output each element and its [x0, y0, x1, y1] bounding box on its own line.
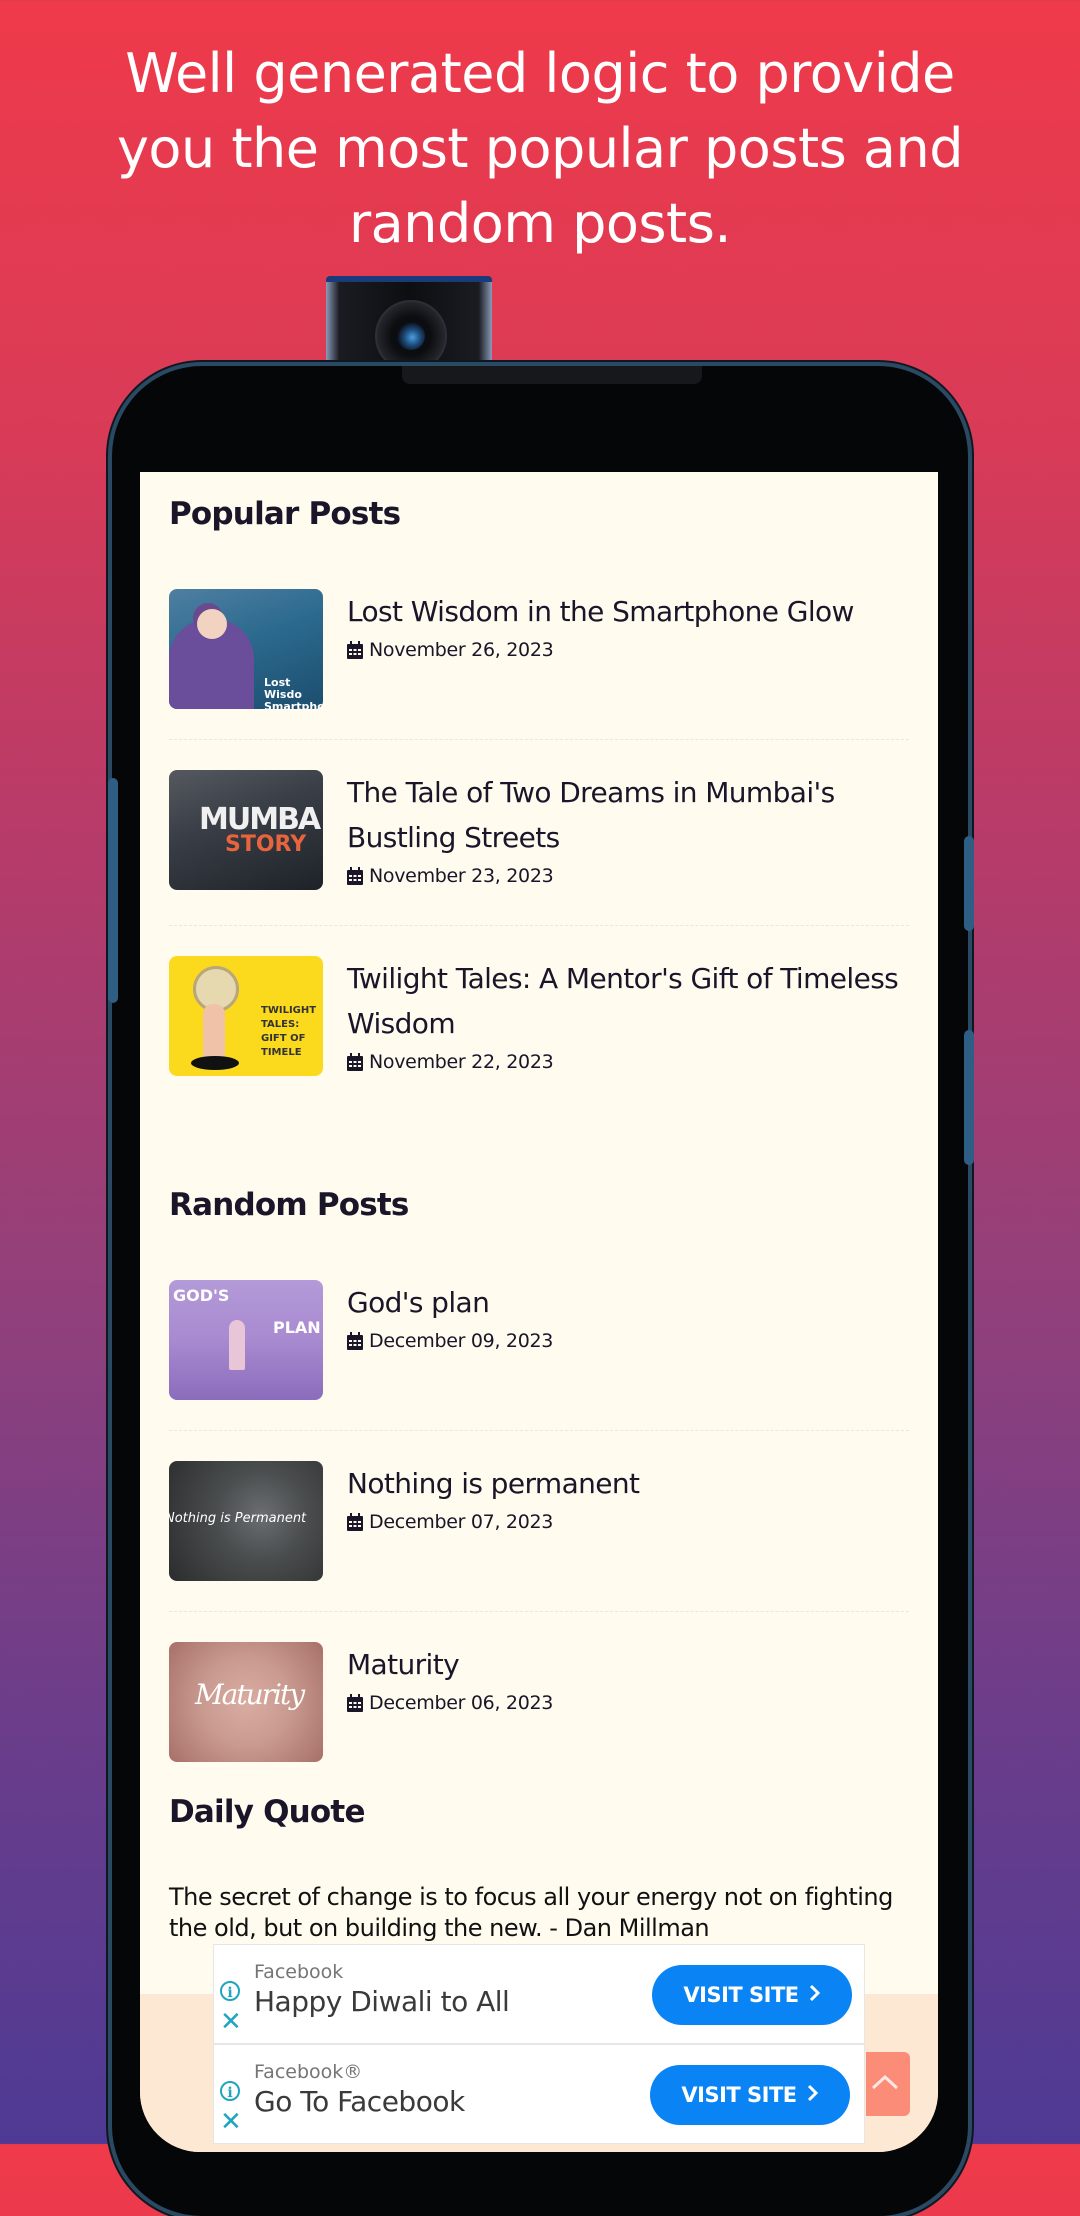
phone-earpiece [402, 366, 702, 384]
headline: Well generated logic to provide you the … [0, 36, 1080, 261]
divider [169, 739, 909, 740]
divider [169, 1611, 909, 1612]
post-date: November 23, 2023 [347, 865, 554, 887]
ad-banner[interactable]: i ✕ Facebook Happy Diwali to All VISIT S… [213, 1944, 865, 2044]
post-date: December 07, 2023 [347, 1511, 553, 1533]
post-thumbnail[interactable]: Lost Wisdo Smartpho [169, 589, 323, 709]
post-date: November 22, 2023 [347, 1051, 554, 1073]
ad-title[interactable]: Happy Diwali to All [254, 1985, 510, 2018]
headline-line: random posts. [348, 192, 732, 255]
ad-source: Facebook [254, 1961, 344, 1983]
chevron-up-icon [870, 2072, 900, 2096]
ad-banner[interactable]: i ✕ Facebook® Go To Facebook VISIT SITE [213, 2044, 865, 2144]
calendar-icon [347, 1053, 363, 1071]
daily-quote-text: The secret of change is to focus all you… [169, 1883, 893, 1942]
post-title[interactable]: God's plan [347, 1280, 907, 1325]
calendar-icon [347, 867, 363, 885]
divider [169, 1430, 909, 1431]
post-title[interactable]: The Tale of Two Dreams in Mumbai's Bustl… [347, 770, 907, 860]
ad-title[interactable]: Go To Facebook [254, 2085, 465, 2118]
visit-site-label: VISIT SITE [683, 1983, 799, 2007]
headline-line: Well generated logic to provide [125, 42, 955, 105]
info-icon[interactable]: i [220, 1981, 240, 2001]
close-icon[interactable]: ✕ [220, 2109, 242, 2135]
post-date-text: November 23, 2023 [369, 865, 554, 887]
calendar-icon [347, 641, 363, 659]
scroll-to-top-button[interactable] [866, 2052, 910, 2116]
post-date-text: November 22, 2023 [369, 1051, 554, 1073]
post-thumbnail[interactable]: Maturity [169, 1642, 323, 1762]
post-title[interactable]: Twilight Tales: A Mentor's Gift of Timel… [347, 956, 907, 1046]
post-thumbnail[interactable]: TWILIGHT TALES: GIFT OF TIMELE [169, 956, 323, 1076]
phone-screen: Popular Posts Lost Wisdo Smartpho Lost W… [140, 472, 938, 2152]
post-title[interactable]: Maturity [347, 1642, 907, 1687]
post-date: December 09, 2023 [347, 1330, 553, 1352]
phone-volume-up [964, 836, 974, 931]
post-thumbnail[interactable]: Nothing is Permanent [169, 1461, 323, 1581]
post-title[interactable]: Lost Wisdom in the Smartphone Glow [347, 589, 907, 634]
post-date: November 26, 2023 [347, 639, 554, 661]
visit-site-label: VISIT SITE [681, 2083, 797, 2107]
headline-line: you the most popular posts and [116, 117, 964, 180]
chevron-right-icon [807, 2083, 819, 2107]
phone-volume-down [964, 1030, 974, 1165]
camera-lens-icon [375, 300, 447, 372]
post-date-text: November 26, 2023 [369, 639, 554, 661]
divider [169, 925, 909, 926]
post-thumbnail[interactable]: MUMBA STORY [169, 770, 323, 890]
calendar-icon [347, 1513, 363, 1531]
random-posts-heading: Random Posts [169, 1187, 409, 1223]
daily-quote-heading: Daily Quote [169, 1794, 365, 1830]
calendar-icon [347, 1332, 363, 1350]
popular-posts-heading: Popular Posts [169, 496, 401, 532]
post-date-text: December 07, 2023 [369, 1511, 554, 1533]
visit-site-button[interactable]: VISIT SITE [650, 2065, 850, 2125]
post-date-text: December 09, 2023 [369, 1330, 554, 1352]
post-date-text: December 06, 2023 [369, 1692, 554, 1714]
close-icon[interactable]: ✕ [220, 2009, 242, 2035]
phone-side-button-left [108, 778, 118, 1003]
ad-source: Facebook® [254, 2061, 363, 2083]
post-title[interactable]: Nothing is permanent [347, 1461, 907, 1506]
visit-site-button[interactable]: VISIT SITE [652, 1965, 852, 2025]
popup-camera [326, 276, 492, 374]
post-thumbnail[interactable]: GOD'S PLAN [169, 1280, 323, 1400]
calendar-icon [347, 1694, 363, 1712]
post-date: December 06, 2023 [347, 1692, 553, 1714]
info-icon[interactable]: i [220, 2081, 240, 2101]
chevron-right-icon [809, 1983, 821, 2007]
